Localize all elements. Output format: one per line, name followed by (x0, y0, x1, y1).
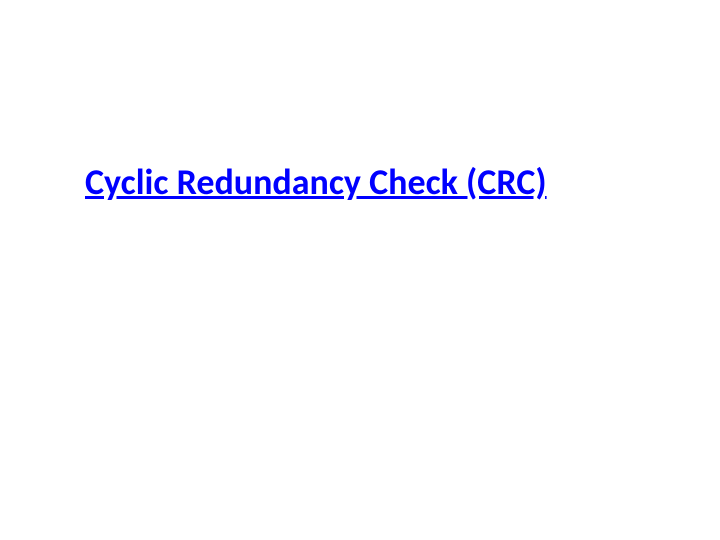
slide-title: Cyclic Redundancy Check (CRC) (85, 160, 547, 204)
